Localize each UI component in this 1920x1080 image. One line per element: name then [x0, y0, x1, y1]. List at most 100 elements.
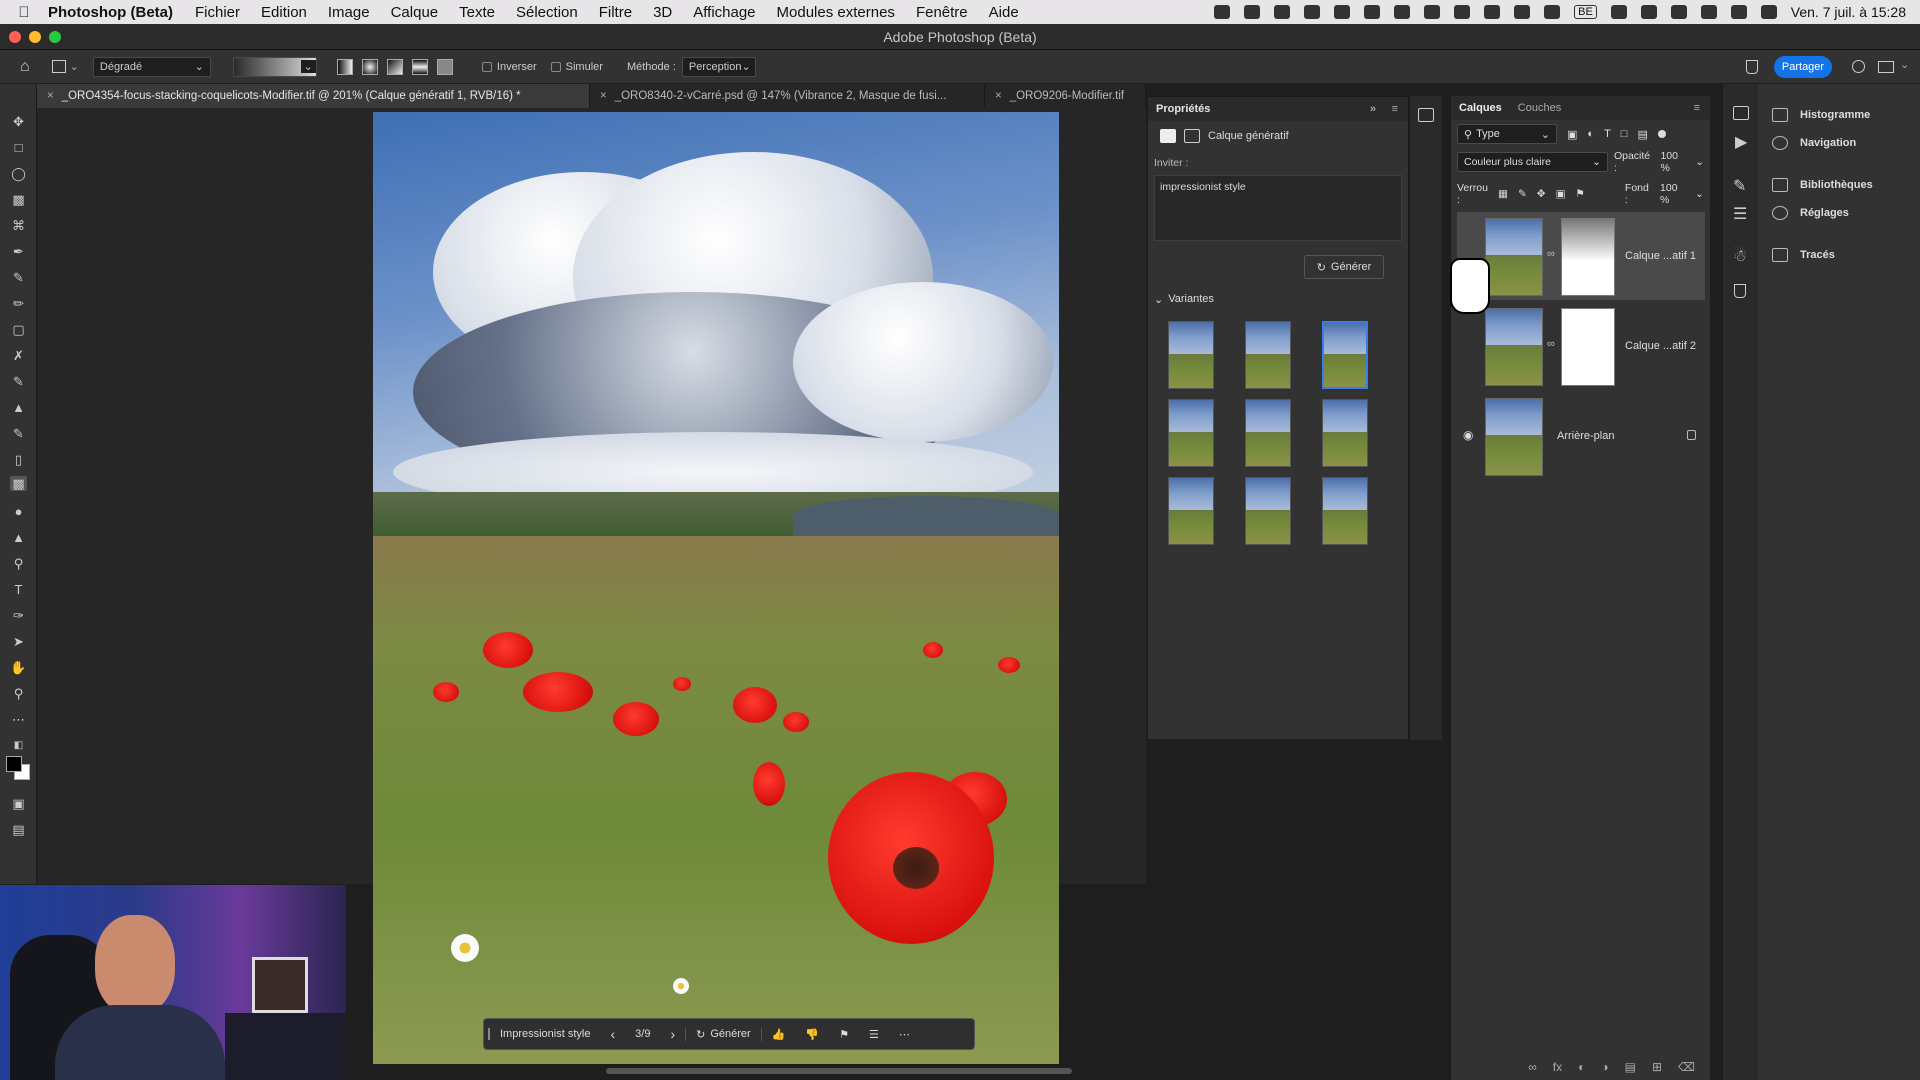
- panel-navigation[interactable]: Navigation: [1772, 136, 1856, 150]
- variant-thumbnail[interactable]: [1245, 477, 1291, 545]
- layer-row[interactable]: ∞ Calque ...atif 2: [1457, 302, 1705, 390]
- brush-tool-icon[interactable]: ✏: [10, 296, 27, 311]
- bluetooth-icon[interactable]: [1610, 5, 1627, 19]
- link-layers-icon[interactable]: ∞: [1528, 1060, 1537, 1074]
- flask-icon[interactable]: [1746, 60, 1758, 74]
- close-icon[interactable]: ×: [600, 90, 607, 102]
- filter-toggle-icon[interactable]: [1657, 130, 1666, 138]
- share-button[interactable]: Partager: [1774, 56, 1832, 78]
- fx-icon[interactable]: fx: [1553, 1060, 1562, 1074]
- panel-histogram[interactable]: Histogramme: [1772, 108, 1870, 122]
- collapse-icon[interactable]: »: [1370, 103, 1376, 115]
- lock-all-icon[interactable]: ⚑: [1576, 188, 1585, 200]
- horizontal-scrollbar[interactable]: [606, 1068, 1072, 1074]
- robot-icon[interactable]: [1424, 5, 1441, 19]
- close-icon[interactable]: ×: [47, 90, 54, 102]
- new-layer-icon[interactable]: ⊞: [1652, 1060, 1662, 1074]
- panel-menu-icon[interactable]: ≡: [1392, 103, 1398, 115]
- close-icon[interactable]: ×: [995, 90, 1002, 102]
- trash-icon[interactable]: ⌫: [1678, 1060, 1695, 1074]
- add-mask-icon[interactable]: ◐: [1578, 1060, 1585, 1074]
- panel-paths[interactable]: Tracés: [1772, 248, 1835, 262]
- foreground-color-swatch[interactable]: [6, 756, 22, 772]
- visibility-toggle[interactable]: [1465, 340, 1477, 352]
- filter-pixel-icon[interactable]: ▣: [1567, 128, 1577, 141]
- eraser-tool-icon[interactable]: ▯: [10, 452, 27, 467]
- healing-brush-tool-icon[interactable]: ✎: [10, 270, 27, 285]
- layer-filter-dropdown[interactable]: ⚲ Type ⌄: [1457, 124, 1557, 144]
- search-icon[interactable]: [1730, 5, 1747, 19]
- filter-type-icon[interactable]: T: [1604, 128, 1611, 140]
- radial-gradient-button[interactable]: [361, 58, 378, 75]
- panel-libraries[interactable]: Bibliothèques: [1772, 178, 1873, 192]
- actions-play-icon[interactable]: ▶: [1735, 132, 1747, 152]
- adjustments-icon[interactable]: [1418, 108, 1434, 122]
- wifi-icon[interactable]: [1700, 5, 1717, 19]
- quick-mask-icon[interactable]: ▣: [10, 796, 27, 811]
- lock-artboard-icon[interactable]: ▣: [1556, 188, 1566, 200]
- clock[interactable]: Ven. 7 juil. à 15:28: [1791, 4, 1906, 20]
- opacity-value[interactable]: 100 %: [1660, 150, 1689, 174]
- linear-gradient-button[interactable]: [336, 58, 353, 75]
- layer-mask-thumbnail[interactable]: [1561, 218, 1615, 296]
- gradient-tool-icon[interactable]: ▩: [10, 476, 27, 491]
- art-brush-tool-icon[interactable]: ✎: [10, 426, 27, 441]
- filter-shape-icon[interactable]: □: [1621, 128, 1628, 140]
- settings-sliders-icon[interactable]: ☰: [859, 1028, 889, 1041]
- filter-smart-object-icon[interactable]: ▤: [1637, 128, 1647, 141]
- generate-button[interactable]: ↻ Générer: [1304, 255, 1384, 279]
- more-options-icon[interactable]: ⋯: [889, 1028, 920, 1041]
- blur-tool-icon[interactable]: ●: [10, 504, 27, 519]
- menu-selection[interactable]: Sélection: [516, 4, 578, 21]
- thumbs-up-icon[interactable]: 👍: [762, 1028, 796, 1041]
- panel-adjustments[interactable]: Réglages: [1772, 206, 1849, 220]
- layer-mask-thumbnail[interactable]: [1561, 308, 1615, 386]
- adjustments-icon[interactable]: ☰: [1733, 204, 1747, 224]
- hand-tool-icon[interactable]: ✋: [10, 660, 27, 675]
- variant-thumbnail[interactable]: [1245, 399, 1291, 467]
- gradient-picker[interactable]: ⌄: [232, 56, 317, 77]
- search-icon[interactable]: [1852, 60, 1865, 73]
- reflected-gradient-button[interactable]: [411, 58, 428, 75]
- next-variant-icon[interactable]: ›: [660, 1026, 685, 1042]
- menu-modules-externes[interactable]: Modules externes: [777, 4, 895, 21]
- menu-3d[interactable]: 3D: [653, 4, 672, 21]
- crop-tool-icon[interactable]: ⌘: [10, 218, 27, 233]
- close-window-button[interactable]: [9, 31, 21, 43]
- clipboard-icon[interactable]: [1364, 5, 1381, 19]
- link-icon[interactable]: ∞: [1547, 338, 1555, 350]
- pen-tool-icon[interactable]: ✑: [10, 608, 27, 623]
- clone-stamp-tool-icon[interactable]: ▢: [10, 322, 27, 337]
- battery-icon[interactable]: [1670, 5, 1687, 19]
- mask-icon[interactable]: [1184, 129, 1200, 143]
- chevron-down-icon[interactable]: ⌄: [1695, 188, 1704, 200]
- document-tab[interactable]: × _ORO4354-focus-stacking-coquelicots-Mo…: [37, 84, 590, 108]
- variant-thumbnail[interactable]: [1322, 477, 1368, 545]
- vlc-icon[interactable]: [1214, 5, 1231, 19]
- layer-name[interactable]: Calque ...atif 2: [1625, 302, 1696, 390]
- path-selection-tool-icon[interactable]: ➤: [10, 634, 27, 649]
- butterfly-icon[interactable]: [1274, 5, 1291, 19]
- layer-row[interactable]: ∞ Calque ...atif 1: [1457, 212, 1705, 300]
- marquee-tool-icon[interactable]: □: [10, 140, 27, 155]
- brush-settings-icon[interactable]: ✎: [1733, 176, 1746, 196]
- history-brush-tool-icon[interactable]: ✗: [10, 348, 27, 363]
- layer-name[interactable]: Arrière-plan: [1557, 392, 1614, 480]
- prompt-textarea[interactable]: impressionist style: [1154, 175, 1402, 241]
- link-icon[interactable]: ∞: [1547, 248, 1555, 260]
- menu-texte[interactable]: Texte: [459, 4, 495, 21]
- simulate-checkbox[interactable]: [550, 61, 561, 72]
- variant-thumbnail[interactable]: [1322, 321, 1368, 389]
- dropbox-icon[interactable]: [1244, 5, 1261, 19]
- apple-icon[interactable]: : [0, 4, 48, 21]
- mixer-brush-tool-icon[interactable]: ✎: [10, 374, 27, 389]
- layer-name[interactable]: Calque ...atif 1: [1625, 212, 1696, 300]
- control-center-icon[interactable]: [1760, 5, 1777, 19]
- document-tab[interactable]: × _ORO8340-2-vCarré.psd @ 147% (Vibrance…: [590, 84, 985, 108]
- menu-image[interactable]: Image: [328, 4, 370, 21]
- sharpen-tool-icon[interactable]: ▲: [10, 530, 27, 545]
- dodge-tool-icon[interactable]: ⚲: [10, 556, 27, 571]
- menu-affichage[interactable]: Affichage: [693, 4, 755, 21]
- flag-icon[interactable]: ⚑: [829, 1028, 859, 1041]
- lock-icon[interactable]: [1687, 430, 1696, 440]
